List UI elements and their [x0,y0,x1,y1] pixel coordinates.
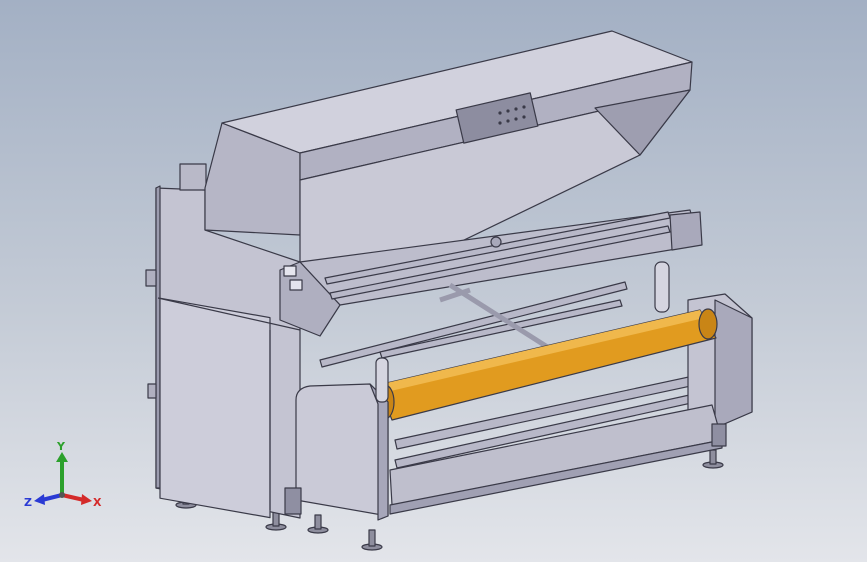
cloth-tray [389,404,727,515]
graphics-viewport[interactable]: Y X Z [0,0,867,562]
coordinate-triad: Y X Z [24,440,102,509]
y-axis-arrow [56,452,68,495]
fabric-inspection-machine-model[interactable] [0,0,867,562]
y-axis-label: Y [56,440,66,453]
triad-origin [59,492,65,498]
x-axis-label: X [93,496,102,509]
x-axis-arrow [61,493,92,505]
z-axis-arrow [34,493,63,505]
z-axis-label: Z [24,496,32,509]
